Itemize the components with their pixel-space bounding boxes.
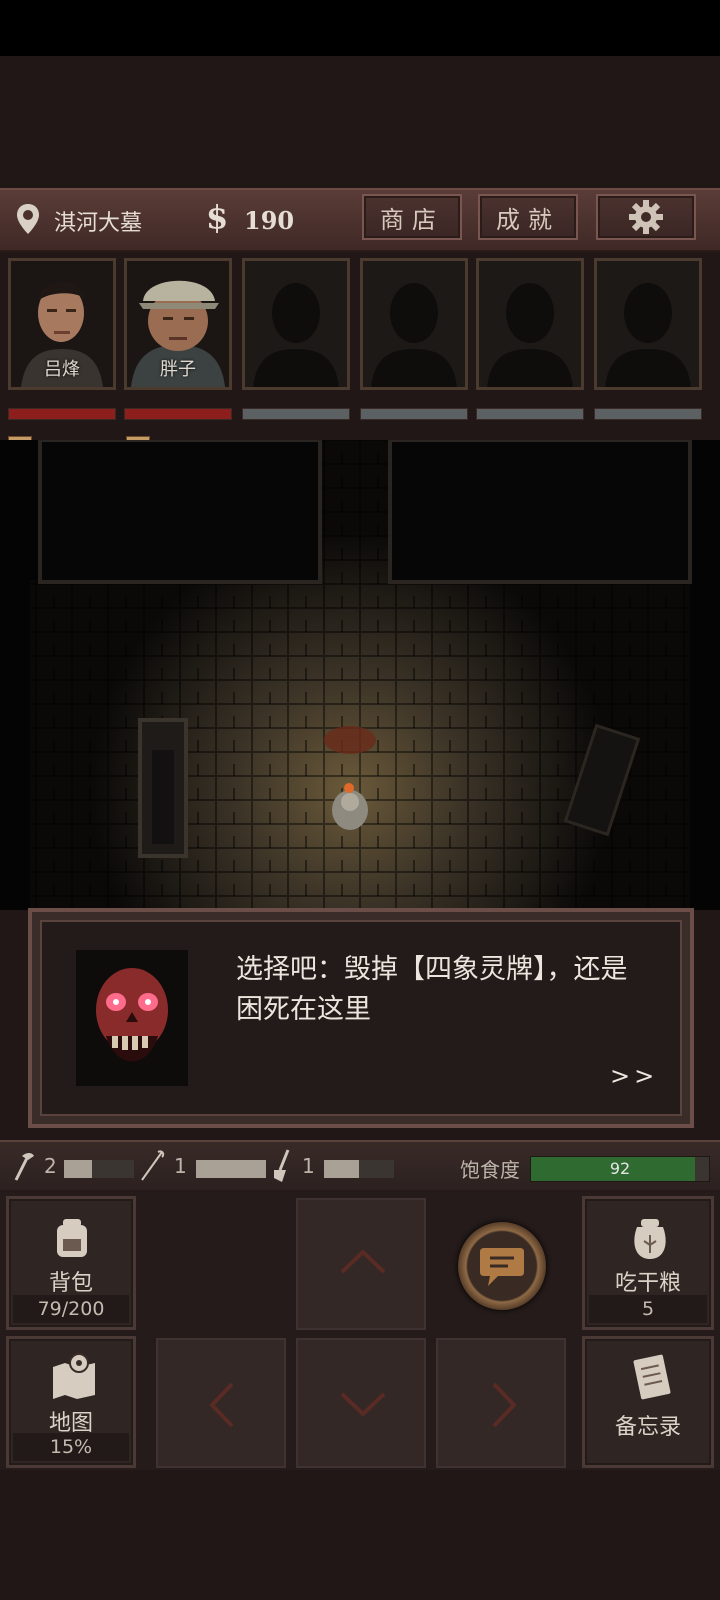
- chat-button[interactable]: [458, 1222, 546, 1310]
- move-up-button[interactable]: [296, 1198, 426, 1330]
- hunger-bar: 92: [530, 1156, 710, 1182]
- shovel-icon: [274, 1149, 290, 1182]
- party-slot-3-empty[interactable]: [242, 258, 350, 390]
- axe-count: 2: [44, 1154, 57, 1178]
- party-slot-6-empty[interactable]: [594, 258, 702, 390]
- empty-silhouette-icon: [479, 261, 581, 387]
- party-member-name: 胖子: [160, 359, 196, 380]
- axe-durability-fill: [64, 1160, 92, 1178]
- memo-label: 备忘录: [614, 1415, 681, 1440]
- rope-count: 1: [174, 1154, 187, 1178]
- map-progress: 15%: [13, 1433, 129, 1461]
- move-right-button[interactable]: [436, 1338, 566, 1468]
- rope-durability-fill: [196, 1160, 266, 1178]
- grain-sack-icon: [634, 1219, 666, 1259]
- red-skull-portrait-icon: [76, 950, 188, 1086]
- money-amount: 190: [244, 206, 295, 235]
- hp-bar-5: [476, 408, 584, 420]
- empty-silhouette-icon: [597, 261, 699, 387]
- move-left-button[interactable]: [156, 1338, 286, 1468]
- dungeon-scene[interactable]: [0, 440, 720, 910]
- achievements-button[interactable]: 成就: [478, 194, 578, 240]
- dialog-message: 选择吧：毁掉【四象灵牌】，还是困死在这里: [236, 954, 628, 1025]
- hp-bar-1: [8, 408, 116, 420]
- hp-bar-3: [242, 408, 350, 420]
- eat-ration-button[interactable]: 吃干粮 5: [582, 1196, 714, 1330]
- backpack-icon: [57, 1219, 87, 1257]
- shop-button[interactable]: 商店: [362, 194, 462, 240]
- hp-bar-2: [124, 408, 232, 420]
- backpack-button[interactable]: 背包 79/200: [6, 1196, 136, 1330]
- chevron-left-icon: [209, 1382, 234, 1428]
- rope-hook-icon: [141, 1150, 165, 1181]
- axe-durability-bar: [64, 1160, 134, 1178]
- hunger-label: 饱食度: [460, 1158, 520, 1182]
- shovel-count: 1: [302, 1154, 315, 1178]
- eat-ration-label: 吃干粮: [614, 1271, 681, 1296]
- notebook-icon: [633, 1354, 671, 1400]
- backpack-label: 背包: [48, 1271, 93, 1296]
- hp-bar-4: [360, 408, 468, 420]
- chevron-up-icon: [340, 1249, 386, 1274]
- hp-bar-6: [594, 408, 702, 420]
- dialog-next-button[interactable]: >>: [610, 1062, 658, 1090]
- party-member-name: 吕烽: [44, 359, 80, 380]
- move-down-button[interactable]: [296, 1338, 426, 1468]
- empty-silhouette-icon: [245, 261, 347, 387]
- currency-symbol: $: [206, 198, 229, 236]
- chevron-right-icon: [492, 1382, 517, 1428]
- party-slot-5-empty[interactable]: [476, 258, 584, 390]
- shovel-durability-fill: [324, 1160, 359, 1178]
- chevron-down-icon: [340, 1392, 386, 1417]
- location-pin-icon: [17, 204, 39, 234]
- empty-silhouette-icon: [363, 261, 465, 387]
- party-slot-2[interactable]: 胖子: [124, 258, 232, 390]
- pickaxe-icon: [14, 1153, 34, 1181]
- shovel-durability-bar: [324, 1160, 394, 1178]
- ration-count: 5: [589, 1295, 707, 1323]
- party-slot-4-empty[interactable]: [360, 258, 468, 390]
- map-button[interactable]: 地图 15%: [6, 1336, 136, 1468]
- gear-icon: [629, 200, 663, 234]
- memo-button[interactable]: 备忘录: [582, 1336, 714, 1468]
- status-bar: [0, 0, 720, 56]
- hunger-value: 92: [609, 1159, 631, 1178]
- party-slot-1[interactable]: 吕烽: [8, 258, 116, 390]
- settings-button[interactable]: [596, 194, 696, 240]
- speech-bubble-icon: [480, 1248, 524, 1286]
- map-icon: [53, 1353, 95, 1399]
- backpack-capacity: 79/200: [13, 1295, 129, 1323]
- rope-durability-bar: [196, 1160, 266, 1178]
- location-name: 淇河大墓: [54, 211, 143, 236]
